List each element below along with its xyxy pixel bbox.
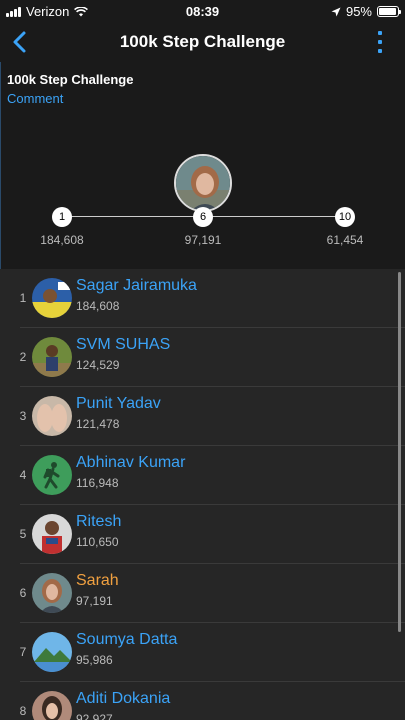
list-item[interactable]: 4 Abhinav Kumar 116,948 (0, 446, 405, 505)
rank-marker-tenth: 10 (335, 207, 355, 227)
user-steps: 97,191 (76, 594, 113, 608)
user-avatar (32, 278, 72, 318)
user-name: Aditi Dokania (76, 690, 171, 707)
rank-marker-user: 6 (193, 207, 213, 227)
list-item[interactable]: 8 Aditi Dokania 92,927 (0, 682, 405, 720)
challenge-name: 100k Step Challenge (7, 72, 134, 87)
rank-marker-first: 1 (52, 207, 72, 227)
rank-number: 7 (19, 645, 27, 659)
user-avatar (32, 514, 72, 554)
user-steps: 110,650 (76, 535, 119, 549)
nav-bar: 100k Step Challenge (0, 22, 405, 62)
user-avatar (32, 337, 72, 377)
challenge-header: 100k Step Challenge Comment 1 6 10 184,6… (0, 62, 405, 269)
rank-number: 6 (19, 586, 27, 600)
user-steps: 95,986 (76, 653, 113, 667)
user-steps: 121,478 (76, 417, 120, 431)
battery-icon (377, 6, 401, 17)
user-name: Soumya Datta (76, 631, 178, 648)
list-item[interactable]: 2 SVM SUHAS 124,529 (0, 328, 405, 387)
rank-number: 4 (19, 468, 27, 482)
user-steps: 116,948 (76, 476, 119, 490)
landscape-avatar (32, 632, 72, 672)
user-steps: 184,608 (76, 299, 120, 313)
rank-steps-user: 97,191 (184, 233, 222, 247)
user-name: Abhinav Kumar (76, 454, 186, 471)
hiker-icon (32, 455, 72, 495)
rank-number: 8 (19, 704, 27, 718)
status-bar: Verizon 08:39 95% (0, 0, 405, 22)
scrollbar[interactable] (398, 272, 401, 632)
status-right: 95% (331, 4, 401, 19)
user-name: Punit Yadav (76, 395, 161, 412)
rank-number: 1 (19, 291, 27, 305)
rank-number: 3 (19, 409, 27, 423)
user-avatar (32, 691, 72, 720)
list-item-current-user[interactable]: 6 Sarah 97,191 (0, 564, 405, 623)
list-item[interactable]: 5 Ritesh 110,650 (0, 505, 405, 564)
battery-percent: 95% (345, 4, 372, 19)
user-name: Sarah (76, 572, 119, 589)
rank-steps-tenth: 61,454 (326, 233, 364, 247)
page-title: 100k Step Challenge (119, 32, 286, 51)
user-steps: 92,927 (76, 712, 113, 720)
list-item[interactable]: 7 Soumya Datta 95,986 (0, 623, 405, 682)
more-options-icon[interactable] (377, 31, 383, 53)
rank-number: 2 (19, 350, 27, 364)
rank-steps-first: 184,608 (40, 233, 84, 247)
user-name: Sagar Jairamuka (76, 277, 197, 294)
current-user-avatar[interactable] (174, 154, 232, 212)
user-name: Ritesh (76, 513, 122, 530)
list-item[interactable]: 3 Punit Yadav 121,478 (0, 387, 405, 446)
location-arrow-icon (331, 7, 341, 16)
list-item[interactable]: 1 Sagar Jairamuka 184,608 (0, 269, 405, 328)
rank-number: 5 (19, 527, 27, 541)
battery-fill (379, 8, 397, 15)
user-avatar (32, 396, 72, 436)
leaderboard-list[interactable]: 1 Sagar Jairamuka 184,608 2 SVM SUHAS 12… (0, 269, 405, 720)
user-steps: 124,529 (76, 358, 120, 372)
user-avatar (32, 573, 72, 613)
user-name: SVM SUHAS (76, 336, 171, 353)
comment-link[interactable]: Comment (7, 91, 63, 106)
